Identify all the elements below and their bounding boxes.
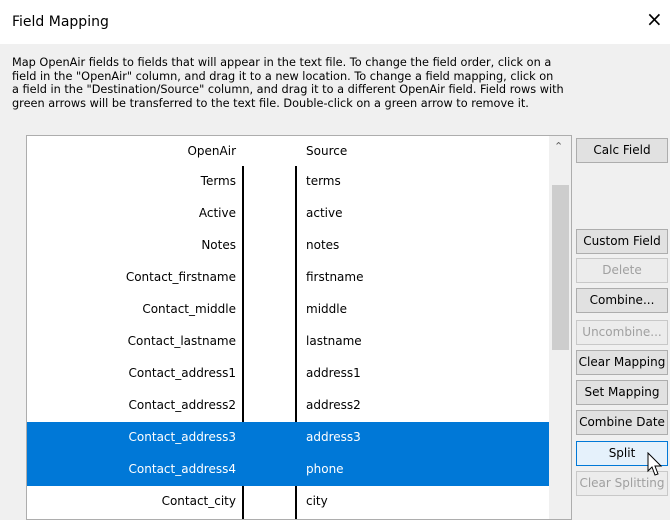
- source-field[interactable]: phone: [306, 462, 344, 476]
- combine-button[interactable]: Combine...: [576, 288, 668, 313]
- table-row[interactable]: Contact_lastname lastname: [27, 326, 549, 358]
- scroll-up-arrow-icon[interactable]: ⌃: [554, 140, 563, 153]
- table-row[interactable]: Contact_middle middle: [27, 294, 549, 326]
- close-icon[interactable]: ×: [646, 9, 663, 29]
- table-row-selected[interactable]: Contact_address4 phone: [27, 454, 549, 486]
- source-field[interactable]: address2: [306, 398, 361, 412]
- combine-date-button[interactable]: Combine Date: [576, 410, 668, 435]
- title-bar: Field Mapping ×: [0, 0, 670, 44]
- set-mapping-button[interactable]: Set Mapping: [576, 380, 668, 405]
- source-field[interactable]: city: [306, 494, 328, 508]
- mouse-cursor-icon: [647, 452, 663, 476]
- openair-field[interactable]: Contact_lastname: [128, 334, 236, 348]
- scrollbar-thumb[interactable]: [552, 185, 569, 350]
- source-field[interactable]: address3: [306, 430, 361, 444]
- table-row[interactable]: Terms terms: [27, 166, 549, 198]
- calc-field-button[interactable]: Calc Field: [576, 138, 668, 163]
- table-row[interactable]: Contact_firstname firstname: [27, 262, 549, 294]
- openair-field[interactable]: Active: [199, 206, 236, 220]
- source-field[interactable]: address1: [306, 366, 361, 380]
- openair-field[interactable]: Contact_address1: [129, 366, 236, 380]
- table-row[interactable]: Contact_address2 address2: [27, 390, 549, 422]
- openair-field[interactable]: Notes: [201, 238, 236, 252]
- instructions-text: Map OpenAir fields to fields that will a…: [12, 56, 564, 110]
- table-row[interactable]: Notes notes: [27, 230, 549, 262]
- table-row[interactable]: Contact_city city: [27, 486, 549, 518]
- vertical-scrollbar[interactable]: ⌃: [549, 136, 571, 519]
- openair-field[interactable]: Terms: [201, 174, 236, 188]
- custom-field-button[interactable]: Custom Field: [576, 229, 668, 254]
- column-header-openair[interactable]: OpenAir: [187, 144, 236, 158]
- source-field[interactable]: notes: [306, 238, 339, 252]
- delete-button[interactable]: Delete: [576, 258, 668, 283]
- table-row[interactable]: Contact_address1 address1: [27, 358, 549, 390]
- source-field[interactable]: middle: [306, 302, 347, 316]
- openair-field[interactable]: Contact_city: [162, 494, 236, 508]
- source-field[interactable]: lastname: [306, 334, 362, 348]
- openair-field[interactable]: Contact_middle: [142, 302, 236, 316]
- clear-mapping-button[interactable]: Clear Mapping: [576, 350, 668, 375]
- field-mapping-grid[interactable]: OpenAir Source Terms terms Active active…: [26, 135, 572, 520]
- table-row-selected[interactable]: Contact_address3 address3: [27, 422, 549, 454]
- column-header-source[interactable]: Source: [306, 144, 347, 158]
- window-title: Field Mapping: [12, 14, 109, 30]
- openair-field[interactable]: Contact_address2: [129, 398, 236, 412]
- source-field[interactable]: firstname: [306, 270, 363, 284]
- grid-header-row: OpenAir Source: [27, 136, 549, 168]
- uncombine-button[interactable]: Uncombine...: [576, 320, 668, 345]
- source-field[interactable]: active: [306, 206, 342, 220]
- openair-field[interactable]: Contact_firstname: [126, 270, 236, 284]
- source-field[interactable]: terms: [306, 174, 341, 188]
- table-row[interactable]: Active active: [27, 198, 549, 230]
- openair-field[interactable]: Contact_address3: [129, 430, 236, 444]
- openair-field[interactable]: Contact_address4: [129, 462, 236, 476]
